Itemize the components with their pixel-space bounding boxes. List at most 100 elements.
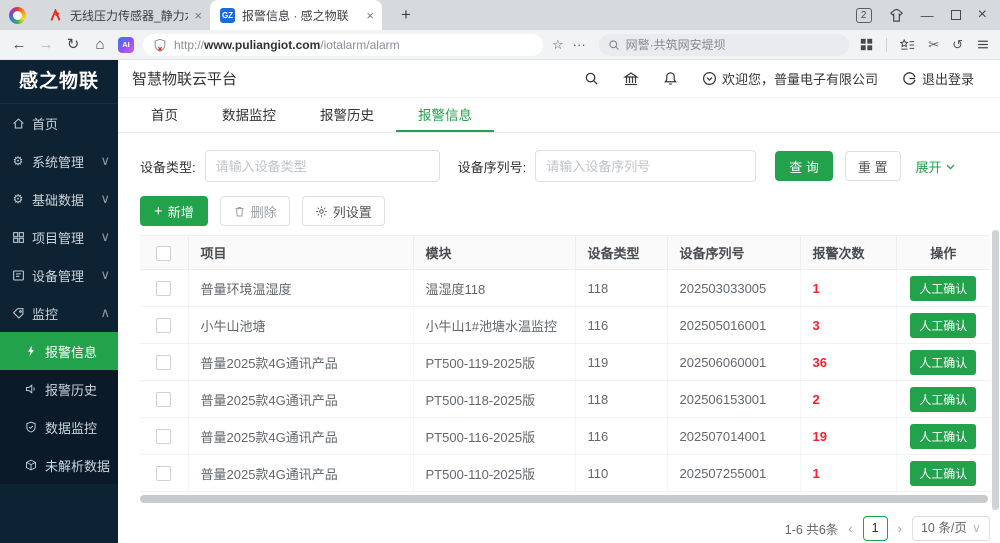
tab-close-icon[interactable]: × (194, 8, 202, 23)
browser-tab-2[interactable]: GZ 报警信息 · 感之物联 × (210, 0, 382, 30)
browser-tab-1[interactable]: 无线压力传感器_静力水准仪_ × (38, 0, 210, 30)
trash-icon (233, 205, 246, 218)
sidebar-item-system[interactable]: ⚙ 系统管理 ∨ (0, 142, 118, 180)
minimize-button[interactable]: — (921, 8, 934, 23)
back-icon[interactable]: ← (10, 37, 28, 52)
circle-chevron-icon (702, 71, 717, 86)
bookmark-star-icon[interactable]: ☆ (552, 38, 564, 51)
speed-dial-grid-icon[interactable] (860, 38, 873, 51)
column-settings-button[interactable]: 列设置 (302, 196, 385, 226)
browser-search-box[interactable]: 网警·共筑网安堤坝 (599, 34, 849, 56)
search-icon[interactable] (584, 71, 599, 86)
device-type-input[interactable] (205, 150, 440, 182)
horizontal-scrollbar[interactable] (140, 495, 988, 503)
manual-confirm-button[interactable]: 人工确认 (910, 387, 976, 412)
manual-confirm-button[interactable]: 人工确认 (910, 276, 976, 301)
table-row: 普量2025款4G通讯产品PT500-118-2025版118202506153… (140, 381, 990, 418)
home-icon[interactable]: ⌂ (91, 37, 109, 52)
col-device-type: 设备类型 (575, 236, 667, 270)
tab-close-icon[interactable]: × (366, 8, 374, 23)
more-options-icon[interactable]: ··· (573, 38, 586, 51)
sidebar-item-unparsed-data[interactable]: 未解析数据 (0, 446, 118, 484)
favorites-list-icon[interactable] (900, 38, 915, 52)
tab-alarm-history[interactable]: 报警历史 (298, 98, 396, 132)
cell-project: 普量2025款4G通讯产品 (188, 418, 413, 455)
prev-page-icon[interactable]: ‹ (846, 521, 854, 536)
sidebar-item-alarm-history[interactable]: 报警历史 (0, 370, 118, 408)
sidebar-item-project[interactable]: 项目管理 ∨ (0, 218, 118, 256)
manual-confirm-button[interactable]: 人工确认 (910, 313, 976, 338)
bank-icon[interactable] (623, 71, 639, 87)
cell-device-type: 119 (575, 344, 667, 381)
next-page-icon[interactable]: › (896, 521, 904, 536)
row-checkbox[interactable] (156, 281, 171, 296)
cell-device-type: 118 (575, 270, 667, 307)
row-checkbox-cell (140, 307, 188, 344)
theme-skin-icon[interactable] (889, 8, 904, 23)
manual-confirm-button[interactable]: 人工确认 (910, 461, 976, 486)
tab-title: 报警信息 · 感之物联 (242, 7, 360, 24)
expand-link[interactable]: 展开 (916, 157, 956, 176)
menu-hamburger-icon[interactable] (976, 38, 990, 51)
sidebar-item-data-monitor[interactable]: 数据监控 (0, 408, 118, 446)
cell-action: 人工确认 (896, 307, 990, 344)
row-checkbox-cell (140, 270, 188, 307)
page-title: 智慧物联云平台 (132, 68, 237, 89)
delete-button[interactable]: 删除 (220, 196, 290, 226)
screenshot-scissors-icon[interactable]: ✂ (928, 38, 939, 51)
forward-icon[interactable]: → (37, 37, 55, 52)
logout-button[interactable]: 退出登录 (902, 69, 974, 88)
cell-project: 普量2025款4G通讯产品 (188, 381, 413, 418)
manual-confirm-button[interactable]: 人工确认 (910, 424, 976, 449)
tag-icon (11, 307, 25, 320)
url-text[interactable]: http://www.puliangiot.com/iotalarm/alarm (174, 38, 400, 52)
serial-input[interactable] (535, 150, 756, 182)
plus-icon: + (154, 204, 163, 219)
close-window-button[interactable]: × (978, 6, 987, 24)
bell-icon[interactable] (663, 71, 678, 86)
sidebar-item-home[interactable]: 首页 (0, 104, 118, 142)
tab-count-badge[interactable]: 2 (856, 8, 872, 23)
row-checkbox[interactable] (156, 318, 171, 333)
recycle-undo-icon[interactable]: ↺ (952, 38, 963, 51)
address-bar[interactable]: http://www.puliangiot.com/iotalarm/alarm (143, 34, 543, 56)
row-checkbox[interactable] (156, 466, 171, 481)
table-row: 普量2025款4G通讯产品PT500-119-2025版119202506060… (140, 344, 990, 381)
vertical-scrollbar[interactable] (992, 230, 999, 510)
pagination-summary: 1-6 共6条 (785, 519, 839, 538)
alarm-count: 36 (813, 355, 827, 370)
sidebar-item-basedata[interactable]: ⚙ 基础数据 ∨ (0, 180, 118, 218)
tab-data-monitor[interactable]: 数据监控 (200, 98, 298, 132)
row-checkbox[interactable] (156, 392, 171, 407)
sidebar-item-alarm-info[interactable]: 报警信息 (0, 332, 118, 370)
add-button[interactable]: +新增 (140, 196, 208, 226)
new-tab-button[interactable]: + (394, 5, 418, 25)
sidebar-item-monitor[interactable]: 监控 ∧ (0, 294, 118, 332)
cell-project: 普量2025款4G通讯产品 (188, 455, 413, 492)
gear-icon (315, 205, 328, 218)
table-row: 普量2025款4G通讯产品PT500-110-2025版110202507255… (140, 455, 990, 492)
tab-alarm-info[interactable]: 报警信息 (396, 98, 494, 132)
row-checkbox[interactable] (156, 355, 171, 370)
serial-label: 设备序列号: (458, 157, 527, 176)
manual-confirm-button[interactable]: 人工确认 (910, 350, 976, 375)
search-button[interactable]: 查 询 (775, 151, 833, 181)
row-checkbox[interactable] (156, 429, 171, 444)
main-area: 智慧物联云平台 欢迎您，普量电子有限公司 退出登录 首页 (118, 60, 1000, 543)
page-number[interactable]: 1 (863, 516, 888, 541)
maximize-button[interactable] (951, 10, 961, 20)
refresh-icon[interactable]: ↻ (64, 37, 82, 52)
shield-insecure-icon[interactable] (153, 38, 167, 52)
browser-logo-icon[interactable] (9, 7, 26, 24)
sidebar-item-device[interactable]: 设备管理 ∨ (0, 256, 118, 294)
ai-assistant-icon[interactable]: AI (118, 37, 134, 53)
tab-home[interactable]: 首页 (129, 98, 200, 132)
cell-project: 普量2025款4G通讯产品 (188, 344, 413, 381)
user-welcome[interactable]: 欢迎您，普量电子有限公司 (702, 69, 878, 88)
reset-button[interactable]: 重 置 (845, 151, 901, 181)
row-checkbox-cell (140, 455, 188, 492)
page-size-select[interactable]: 10 条/页 ∨ (912, 516, 990, 541)
select-all-cell (140, 236, 188, 270)
cell-serial: 202506060001 (667, 344, 800, 381)
select-all-checkbox[interactable] (156, 246, 171, 261)
